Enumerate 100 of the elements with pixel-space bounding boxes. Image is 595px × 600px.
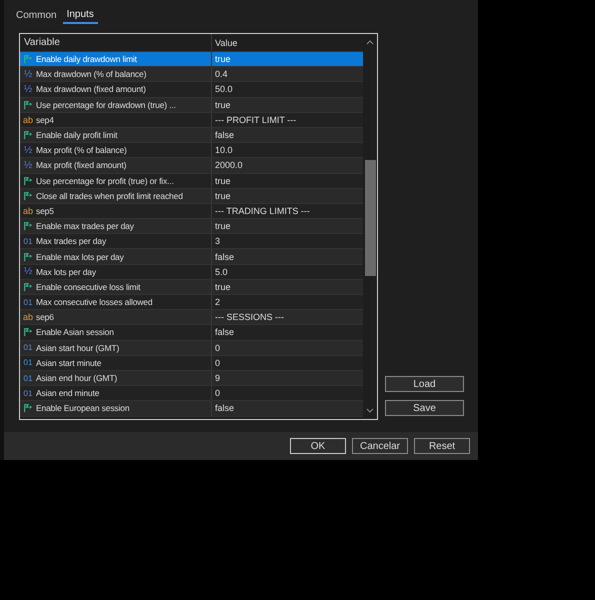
value-cell[interactable]: --- TRADING LIMITS --- xyxy=(212,206,363,216)
dialog-button[interactable]: OK xyxy=(290,438,346,454)
flag-arrow-icon xyxy=(23,54,33,64)
table-row[interactable]: Enable max lots per day false xyxy=(20,249,363,265)
table-row[interactable]: 01 Asian start minute 0 xyxy=(20,356,363,371)
value-cell[interactable]: 5.0 xyxy=(212,266,363,277)
value-cell[interactable]: true xyxy=(212,221,363,232)
variable-name: Enable Asian session xyxy=(36,327,114,338)
variable-name: sep5 xyxy=(36,206,54,216)
tab[interactable]: Inputs xyxy=(62,9,98,24)
table-row[interactable]: ½ Max profit (fixed amount) 2000.0 xyxy=(20,158,363,174)
variable-name: Enable max lots per day xyxy=(36,252,124,262)
table-row[interactable]: ab sep6 --- SESSIONS --- xyxy=(20,310,363,326)
value-cell[interactable]: 50.0 xyxy=(212,84,363,94)
value-cell[interactable]: --- SESSIONS --- xyxy=(212,312,363,322)
table-row[interactable]: ab sep4 --- PROFIT LIMIT --- xyxy=(20,112,363,128)
value-cell[interactable]: true xyxy=(212,282,363,292)
dialog-button[interactable]: Load xyxy=(385,376,464,392)
table-row[interactable]: ½ Max profit (% of balance) 10.0 xyxy=(20,143,363,158)
table-row[interactable]: Enable European session false xyxy=(20,401,363,416)
fraction-icon: ½ xyxy=(23,266,33,277)
table-row[interactable]: 01 Asian end hour (GMT) 9 xyxy=(20,370,363,386)
value-cell[interactable]: false xyxy=(212,327,363,338)
table-row[interactable]: 01 Max consecutive losses allowed 2 xyxy=(20,295,363,310)
value-cell[interactable]: false xyxy=(212,252,363,262)
value-cell[interactable]: false xyxy=(212,403,363,414)
dialog-button[interactable]: Save xyxy=(385,400,464,416)
flag-arrow-icon xyxy=(23,327,33,338)
column-header: Value xyxy=(214,38,238,48)
table-row[interactable]: Use percentage for drawdown (true) ... true xyxy=(20,98,363,113)
value-cell[interactable]: 0 xyxy=(212,342,363,353)
fraction-icon: ½ xyxy=(23,160,33,170)
variable-name: Asian end minute xyxy=(36,388,100,398)
tab[interactable]: Common xyxy=(12,9,61,24)
variable-name: Max drawdown (fixed amount) xyxy=(36,84,146,94)
string-icon: ab xyxy=(23,114,33,125)
value-cell[interactable]: 2000.0 xyxy=(212,160,363,170)
value-cell[interactable]: 0.4 xyxy=(212,69,363,80)
column-header: Variable xyxy=(20,34,212,51)
integer-icon: 01 xyxy=(23,388,33,398)
value-cell[interactable]: 3 xyxy=(212,236,363,246)
value-cell[interactable]: true xyxy=(212,176,363,186)
value-cell[interactable]: --- PROFIT LIMIT --- xyxy=(212,114,363,125)
scroll-up-icon[interactable] xyxy=(366,39,374,45)
flag-arrow-icon xyxy=(23,100,33,110)
fraction-icon: ½ xyxy=(23,69,33,80)
table-row[interactable]: Enable daily profit limit false xyxy=(20,128,363,144)
integer-icon: 01 xyxy=(23,236,33,246)
variable-name: Use percentage for profit (true) or fix... xyxy=(36,176,174,186)
integer-icon: 01 xyxy=(23,358,33,368)
variable-name: Enable daily drawdown limit xyxy=(36,54,137,64)
variable-name: Max profit (fixed amount) xyxy=(36,160,126,170)
value-cell[interactable]: true xyxy=(212,100,363,110)
variable-name: Max profit (% of balance) xyxy=(36,145,127,156)
table-row[interactable]: ½ Max drawdown (fixed amount) 50.0 xyxy=(20,82,363,98)
table-row[interactable]: 01 Asian end minute 0 xyxy=(20,386,363,402)
variable-name: Enable max trades per day xyxy=(36,221,134,232)
variable-name: sep4 xyxy=(36,114,54,125)
variable-name: Max lots per day xyxy=(36,266,96,277)
table-row[interactable]: 01 Max trades per day 3 xyxy=(20,234,363,250)
flag-arrow-icon xyxy=(23,176,33,186)
variable-name: Max drawdown (% of balance) xyxy=(36,69,146,80)
table-row[interactable]: Enable daily drawdown limit true xyxy=(20,52,363,68)
table-row[interactable]: Enable consecutive loss limit true xyxy=(20,280,363,295)
variable-name: Enable daily profit limit xyxy=(36,130,118,140)
variable-name: Enable European session xyxy=(36,403,130,414)
value-cell[interactable]: true xyxy=(212,54,363,64)
value-cell[interactable]: 0 xyxy=(212,358,363,368)
string-icon: ab xyxy=(23,206,33,216)
fraction-icon: ½ xyxy=(23,84,33,94)
integer-icon: 01 xyxy=(23,342,33,353)
variable-name: Use percentage for drawdown (true) ... xyxy=(36,100,176,110)
value-cell[interactable]: 10.0 xyxy=(212,145,363,156)
table-row[interactable]: Enable Asian session false xyxy=(20,325,363,341)
table-row[interactable]: Close all trades when profit limit reached true xyxy=(20,188,363,204)
flag-arrow-icon xyxy=(23,130,33,140)
value-cell[interactable]: false xyxy=(212,130,363,140)
value-cell[interactable]: true xyxy=(212,190,363,201)
value-cell[interactable]: 0 xyxy=(212,388,363,398)
variable-name: Asian start minute xyxy=(36,358,102,368)
table-row[interactable]: Enable max trades per day true xyxy=(20,219,363,234)
variable-name: Enable consecutive loss limit xyxy=(36,282,140,292)
scroll-down-icon[interactable] xyxy=(366,408,374,414)
string-icon: ab xyxy=(23,312,33,322)
dialog-button[interactable]: Reset xyxy=(414,438,470,454)
table-row[interactable]: ½ Max lots per day 5.0 xyxy=(20,264,363,280)
flag-arrow-icon xyxy=(23,282,33,292)
scrollbar-thumb[interactable] xyxy=(365,160,376,276)
flag-arrow-icon xyxy=(23,190,33,201)
integer-icon: 01 xyxy=(23,373,33,384)
flag-arrow-icon xyxy=(23,252,33,262)
table-row[interactable]: Use percentage for profit (true) or fix... true xyxy=(20,174,363,189)
table-row[interactable]: ab sep5 --- TRADING LIMITS --- xyxy=(20,204,363,220)
flag-arrow-icon xyxy=(23,403,33,414)
integer-icon: 01 xyxy=(23,297,33,308)
dialog-button[interactable]: Cancelar xyxy=(352,438,408,454)
table-row[interactable]: 01 Asian start hour (GMT) 0 xyxy=(20,340,363,356)
value-cell[interactable]: 9 xyxy=(212,373,363,384)
value-cell[interactable]: 2 xyxy=(212,297,363,308)
table-row[interactable]: ½ Max drawdown (% of balance) 0.4 xyxy=(20,67,363,82)
